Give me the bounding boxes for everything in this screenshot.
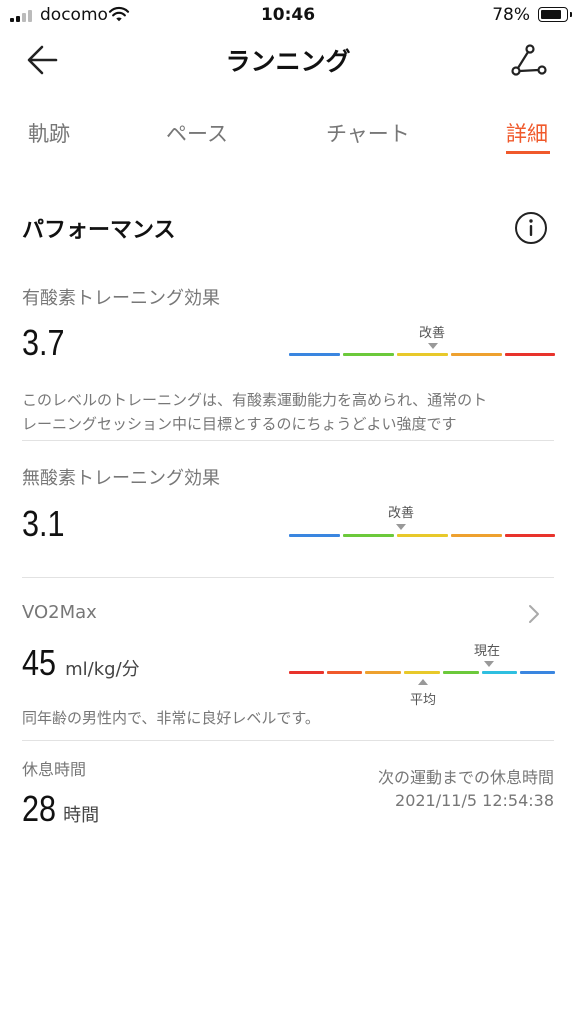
divider (22, 740, 554, 741)
tab-details[interactable]: 詳細 (506, 118, 548, 148)
active-tab-indicator (506, 151, 550, 154)
next-workout-time: 2021/11/5 12:54:38 (395, 791, 554, 810)
aerobic-scale-bar (289, 353, 555, 356)
battery-percent: 78% (492, 5, 530, 25)
next-workout-label: 次の運動までの休息時間 (377, 768, 554, 787)
tab-pace[interactable]: ペース (166, 118, 228, 148)
info-icon[interactable] (514, 211, 548, 245)
rest-label: 休息時間 (22, 760, 87, 779)
vo2max-label[interactable]: VO2Max (22, 602, 97, 623)
anaerobic-value: 3.1 (22, 503, 65, 544)
anaerobic-marker-label: 改善 (388, 506, 415, 521)
chevron-right-icon[interactable] (526, 603, 542, 625)
vo2max-average-marker (418, 679, 428, 685)
tab-chart[interactable]: チャート (326, 118, 410, 148)
rest-value-row: 28 時間 (22, 788, 99, 830)
aerobic-label: 有酸素トレーニング効果 (22, 288, 220, 309)
vo2max-value-row: 45 ml/kg/分 (22, 642, 140, 684)
aerobic-description: このレベルのトレーニングは、有酸素運動能力を高められ、通常のト レーニングセッシ… (22, 391, 488, 433)
route-icon[interactable] (508, 40, 548, 80)
divider (22, 440, 554, 441)
anaerobic-scale-bar (289, 534, 555, 537)
anaerobic-marker (396, 524, 406, 530)
vo2max-unit: ml/kg/分 (65, 659, 140, 680)
section-title-performance: パフォーマンス (22, 218, 176, 243)
tab-track[interactable]: 軌跡 (28, 118, 70, 148)
aerobic-marker-label: 改善 (419, 326, 446, 341)
vo2max-scale-bar (289, 671, 555, 674)
vo2max-description: 同年齢の男性内で、非常に良好レベルです。 (22, 709, 320, 727)
aerobic-value: 3.7 (22, 322, 65, 363)
vo2max-average-label: 平均 (410, 693, 437, 708)
vo2max-value: 45 (22, 642, 57, 683)
anaerobic-label: 無酸素トレーニング効果 (22, 468, 220, 489)
rest-unit: 時間 (63, 805, 100, 826)
clock: 10:46 (260, 5, 316, 25)
vo2max-current-label: 現在 (474, 644, 501, 659)
vo2max-current-marker (484, 661, 494, 667)
status-bar: docomo 10:46 78% (0, 0, 576, 30)
page-title: ランニング (225, 47, 351, 76)
divider (22, 577, 554, 578)
battery-icon (538, 7, 572, 22)
rest-value: 28 (22, 788, 57, 829)
aerobic-marker (428, 343, 438, 349)
